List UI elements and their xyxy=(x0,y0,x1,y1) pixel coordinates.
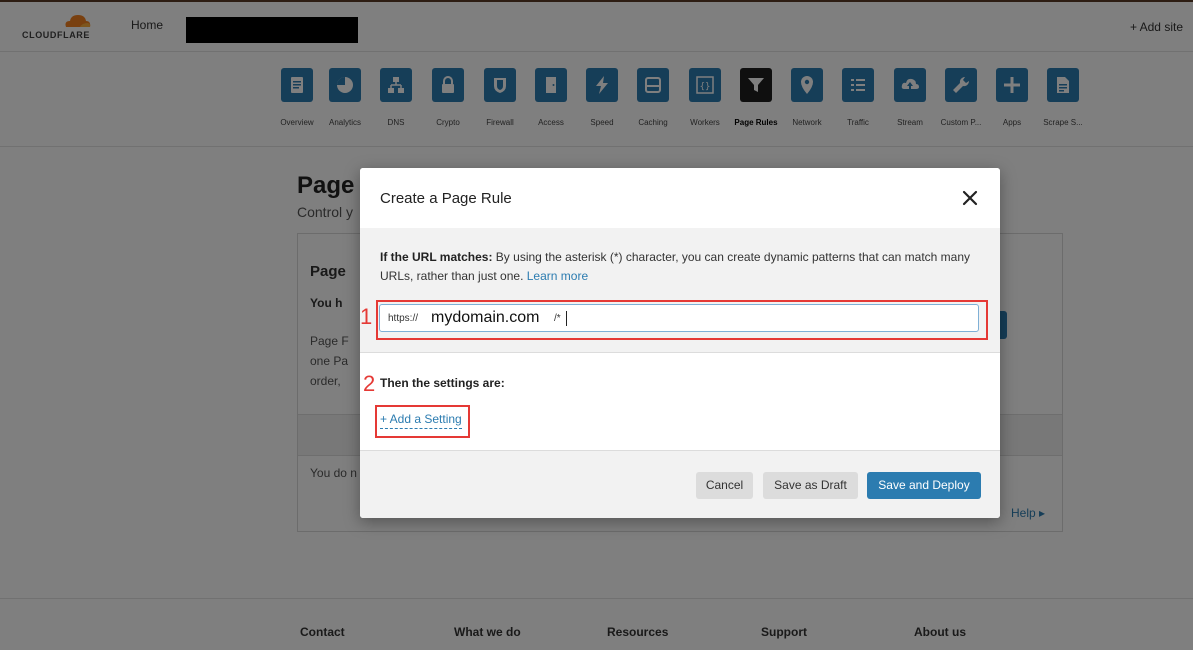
url-path-wildcard: /* xyxy=(554,313,561,324)
dialog-title: Create a Page Rule xyxy=(380,190,512,207)
settings-section: 2 Then the settings are: + Add a Setting xyxy=(360,353,1000,450)
save-as-draft-button[interactable]: Save as Draft xyxy=(763,472,858,499)
annotation-marker-1: 1 xyxy=(360,304,373,329)
url-match-label: If the URL matches: xyxy=(380,250,493,264)
dialog-footer: Cancel Save as Draft Save and Deploy xyxy=(360,450,1000,518)
save-and-deploy-button[interactable]: Save and Deploy xyxy=(867,472,981,499)
close-icon[interactable] xyxy=(958,186,982,210)
text-cursor xyxy=(566,311,567,326)
learn-more-link[interactable]: Learn more xyxy=(527,269,588,283)
add-setting-link[interactable]: + Add a Setting xyxy=(380,412,462,429)
url-pattern-input[interactable]: https:// mydomain.com /* xyxy=(379,304,979,332)
dialog-header: Create a Page Rule xyxy=(360,168,1000,229)
url-match-description: If the URL matches: By using the asteris… xyxy=(380,248,980,286)
url-protocol: https:// xyxy=(388,313,419,324)
url-match-section: If the URL matches: By using the asteris… xyxy=(360,228,1000,353)
create-page-rule-dialog: Create a Page Rule If the URL matches: B… xyxy=(360,168,1000,518)
annotation-marker-2: 2 xyxy=(363,371,376,396)
cancel-button[interactable]: Cancel xyxy=(696,472,753,499)
url-domain: mydomain.com xyxy=(431,309,540,326)
settings-label: Then the settings are: xyxy=(380,376,505,390)
